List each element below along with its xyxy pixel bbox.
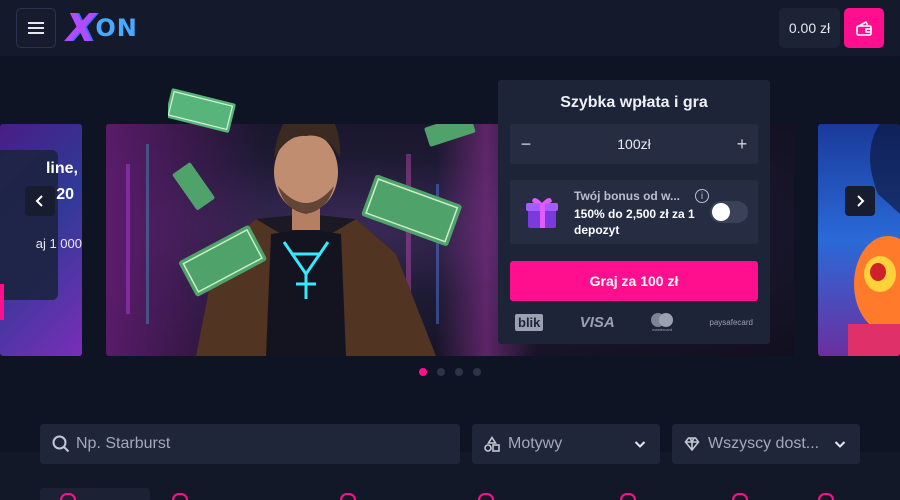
logo-on: ON — [95, 14, 138, 42]
bonus-option: Twój bonus od w... i 150% do 2,500 zł za… — [510, 180, 758, 244]
amount-stepper: − 100zł + — [510, 124, 758, 164]
banner-slide-next[interactable] — [818, 124, 900, 356]
carousel-prev-button[interactable] — [25, 186, 55, 216]
category-icon-4 — [478, 493, 494, 500]
category-icon-1 — [60, 493, 76, 500]
menu-button[interactable] — [16, 8, 56, 48]
provider-select-label: Wszyscy dost... — [708, 435, 820, 452]
decrease-amount-button[interactable]: − — [514, 132, 538, 156]
provider-select[interactable]: Wszyscy dost... — [672, 424, 860, 464]
hamburger-icon — [28, 22, 44, 34]
game-search — [40, 424, 460, 464]
carousel-dot-1[interactable] — [419, 368, 427, 376]
search-input[interactable] — [76, 424, 446, 464]
payment-methods: blik VISA mastercard paysafecard — [510, 312, 758, 332]
amount-value[interactable]: 100zł — [550, 136, 718, 152]
chevron-down-icon — [634, 441, 646, 448]
gift-icon — [526, 197, 558, 228]
category-icon-2 — [172, 493, 188, 500]
chevron-left-icon — [35, 195, 43, 207]
theme-select-label: Motywy — [508, 435, 563, 452]
bonus-description: 150% do 2,500 zł za 1 depozyt — [574, 207, 695, 237]
category-icon-5 — [620, 493, 636, 500]
info-icon[interactable]: i — [695, 189, 709, 203]
quick-deposit-panel: Szybka wpłata i gra − 100zł + Twój bonus… — [498, 80, 770, 344]
carousel-dot-4[interactable] — [473, 368, 481, 376]
carousel-dots — [419, 368, 481, 376]
logo-x: X — [66, 6, 95, 50]
balance-display[interactable]: 0.00 zł — [779, 8, 840, 48]
play-button[interactable]: Graj za 100 zł — [510, 261, 758, 301]
theme-select[interactable]: Motywy — [472, 424, 660, 464]
deposit-button[interactable] — [844, 8, 884, 48]
promo-line-3: aj 1 000 — [35, 236, 82, 251]
category-icon-6 — [732, 493, 748, 500]
carousel-next-button[interactable] — [845, 186, 875, 216]
category-icon-3 — [340, 493, 356, 500]
search-icon — [52, 435, 70, 453]
toggle-knob — [712, 203, 730, 221]
wallet-icon — [856, 21, 872, 36]
robot-illustration — [848, 124, 900, 356]
promo-line-2: 20 — [56, 186, 74, 203]
carousel-dot-3[interactable] — [455, 368, 463, 376]
carousel-dot-2[interactable] — [437, 368, 445, 376]
blik-logo: blik — [515, 313, 544, 331]
shapes-icon — [484, 436, 500, 452]
promo-cta-button[interactable] — [0, 284, 4, 320]
visa-logo: VISA — [579, 313, 615, 331]
category-tab-active[interactable] — [40, 488, 150, 500]
bonus-toggle[interactable] — [710, 201, 748, 223]
banner-slide-prev[interactable]: line, 20 aj 1 000 — [0, 124, 82, 356]
logo[interactable]: X ON — [66, 6, 138, 50]
paysafecard-logo: paysafecard — [709, 317, 753, 327]
mastercard-logo: mastercard — [651, 312, 674, 332]
diamond-icon — [684, 437, 700, 452]
category-icon-7 — [818, 493, 834, 500]
bonus-title: Twój bonus od w... — [574, 189, 680, 203]
increase-amount-button[interactable]: + — [730, 132, 754, 156]
quick-deposit-title: Szybka wpłata i gra — [560, 94, 708, 111]
chevron-down-icon — [834, 441, 846, 448]
chevron-right-icon — [857, 195, 865, 207]
promo-line-1: line, — [45, 160, 78, 177]
floating-cash-top — [168, 88, 236, 133]
